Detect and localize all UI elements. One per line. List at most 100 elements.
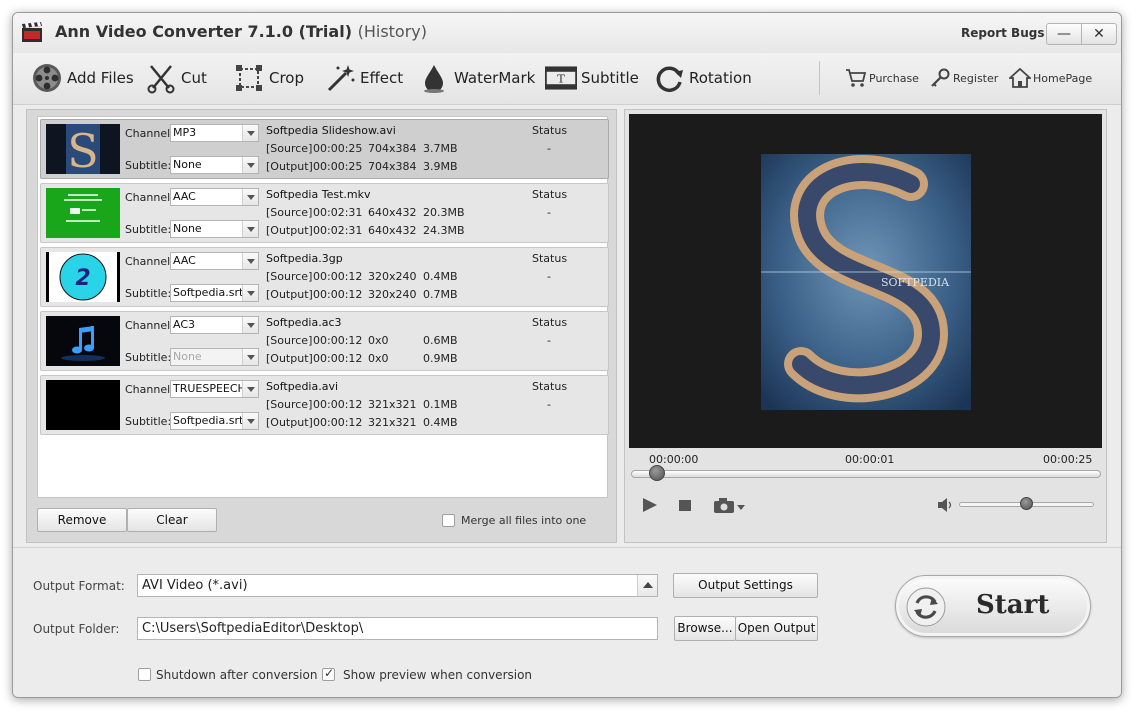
browse-button[interactable]: Browse... [674, 616, 736, 641]
output-format-select[interactable]: AVI Video (*.avi) [137, 574, 658, 597]
shopping-cart-icon [846, 69, 867, 87]
channel-value: AAC [173, 254, 196, 267]
file-name: Softpedia.3gp [266, 252, 343, 265]
app-window: Ann Video Converter 7.1.0 (Trial) (Histo… [12, 12, 1122, 698]
cut-button[interactable]: Cut [145, 61, 207, 95]
play-icon[interactable] [641, 495, 659, 515]
seek-handle[interactable] [649, 465, 666, 481]
rotation-label: Rotation [689, 69, 752, 87]
subtitle-select[interactable]: Softpedia.srt [170, 284, 259, 302]
channel-select[interactable]: MP3 [170, 124, 259, 142]
video-thumbnail [46, 380, 120, 430]
source-info: [Source]00:00:12 0x0 0.6MB [266, 334, 458, 347]
purchase-label: Purchase [869, 71, 919, 85]
status-value: - [547, 142, 551, 155]
source-info: [Source]00:00:12 320x240 0.4MB [266, 270, 458, 283]
homepage-button[interactable]: HomePage [1009, 67, 1092, 89]
file-row[interactable]: Channel: AC3 Subtitle: None Softpedia.ac… [40, 311, 609, 371]
close-button[interactable]: ✕ [1081, 23, 1117, 45]
crop-label: Crop [269, 69, 305, 87]
subtitle-value: None [173, 350, 202, 363]
subtitle-button[interactable]: T Subtitle [545, 61, 639, 95]
show-preview-checkbox[interactable] [322, 666, 335, 681]
merge-checkbox[interactable] [442, 514, 455, 527]
file-row[interactable]: 2 Channel: AAC Subtitle: Softpedia.srt S… [40, 247, 609, 307]
output-folder-value: C:\Users\SoftpediaEditor\Desktop\ [142, 621, 364, 636]
subtitle-select[interactable]: Softpedia.srt [170, 412, 259, 430]
svg-text:T: T [557, 71, 565, 85]
subtitle-label: Subtitle [581, 69, 639, 87]
video-preview[interactable]: SOFTPEDIA [629, 114, 1102, 448]
status-label: Status [532, 252, 568, 265]
stop-icon[interactable] [677, 495, 693, 515]
channel-value: MP3 [173, 126, 197, 139]
status-value: - [547, 206, 551, 219]
watermark-label: WaterMark [454, 69, 536, 87]
channel-value: TRUESPEECH [173, 382, 246, 395]
show-preview-label: Show preview when conversion [343, 668, 533, 682]
output-info: [Output]00:00:12 0x0 0.9MB [266, 352, 458, 365]
subtitle-label: Subtitle: [125, 287, 172, 300]
status-value: - [547, 398, 551, 411]
volume-icon[interactable] [937, 495, 953, 515]
file-name: Softpedia.avi [266, 380, 339, 393]
subtitle-select[interactable]: None [170, 220, 259, 238]
time-end: 00:00:25 [1043, 453, 1093, 466]
channel-value: AAC [173, 190, 196, 203]
register-button[interactable]: Register [929, 67, 998, 89]
channel-select[interactable]: AC3 [170, 316, 259, 334]
snapshot-camera-icon[interactable] [713, 495, 747, 515]
shutdown-label: Shutdown after conversion [156, 668, 318, 682]
history-link[interactable]: (History) [358, 22, 427, 41]
remove-button[interactable]: Remove [37, 508, 127, 532]
effect-button[interactable]: Effect [324, 61, 403, 95]
file-row[interactable]: Channel: AAC Subtitle: None Softpedia Te… [40, 183, 609, 243]
crop-button[interactable]: Crop [233, 61, 304, 95]
start-label: Start [976, 590, 1050, 620]
purchase-button[interactable]: Purchase [845, 67, 919, 89]
subtitle-label: Subtitle: [125, 223, 172, 236]
subtitle-label: Subtitle: [125, 351, 172, 364]
status-label: Status [532, 124, 568, 137]
subtitle-label: Subtitle: [125, 159, 172, 172]
toolbar-separator [819, 61, 820, 95]
start-button[interactable]: Start [895, 575, 1091, 637]
volume-handle[interactable] [1020, 497, 1033, 510]
output-folder-label: Output Folder: [33, 622, 120, 636]
file-row[interactable]: Channel: TRUESPEECH Subtitle: Softpedia.… [40, 375, 609, 435]
video-thumbnail: S [46, 124, 120, 174]
subtitle-value: None [173, 222, 202, 235]
time-current: 00:00:01 [845, 453, 895, 466]
minimize-button[interactable]: — [1046, 23, 1082, 45]
clear-button[interactable]: Clear [127, 508, 217, 532]
subtitle-select[interactable]: None [170, 156, 259, 174]
file-name: Softpedia.ac3 [266, 316, 342, 329]
channel-label: Channel: [125, 319, 174, 332]
shutdown-checkbox[interactable] [138, 668, 151, 681]
file-name: Softpedia Test.mkv [266, 188, 371, 201]
channel-select[interactable]: TRUESPEECH [170, 380, 259, 398]
file-list[interactable]: S Channel: MP3 Subtitle: None Softpedia … [37, 116, 609, 498]
open-output-button[interactable]: Open Output [735, 616, 818, 641]
cut-label: Cut [181, 69, 207, 87]
output-settings-button[interactable]: Output Settings [673, 573, 818, 598]
register-label: Register [953, 71, 999, 85]
chevron-down-icon [242, 221, 258, 237]
chevron-down-icon [242, 157, 258, 173]
clapperboard-icon [22, 22, 42, 42]
window-title-main: Ann Video Converter 7.1.0 (Trial) [55, 22, 353, 41]
rotation-button[interactable]: Rotation [653, 61, 752, 95]
subtitle-value: Softpedia.srt [173, 414, 244, 427]
channel-select[interactable]: AAC [170, 188, 259, 206]
report-bugs-link[interactable]: Report Bugs [961, 26, 1044, 40]
file-row[interactable]: S Channel: MP3 Subtitle: None Softpedia … [40, 119, 609, 179]
chevron-down-icon [242, 349, 258, 365]
seek-slider[interactable] [631, 470, 1101, 478]
add-files-button[interactable]: Add Files [31, 61, 134, 95]
output-folder-input[interactable]: C:\Users\SoftpediaEditor\Desktop\ [137, 617, 658, 640]
watermark-button[interactable]: WaterMark [418, 61, 535, 95]
output-info: [Output]00:00:12 320x240 0.7MB [266, 288, 458, 301]
channel-select[interactable]: AAC [170, 252, 259, 270]
rotate-icon [656, 66, 683, 92]
video-thumbnail: 2 [46, 252, 120, 302]
